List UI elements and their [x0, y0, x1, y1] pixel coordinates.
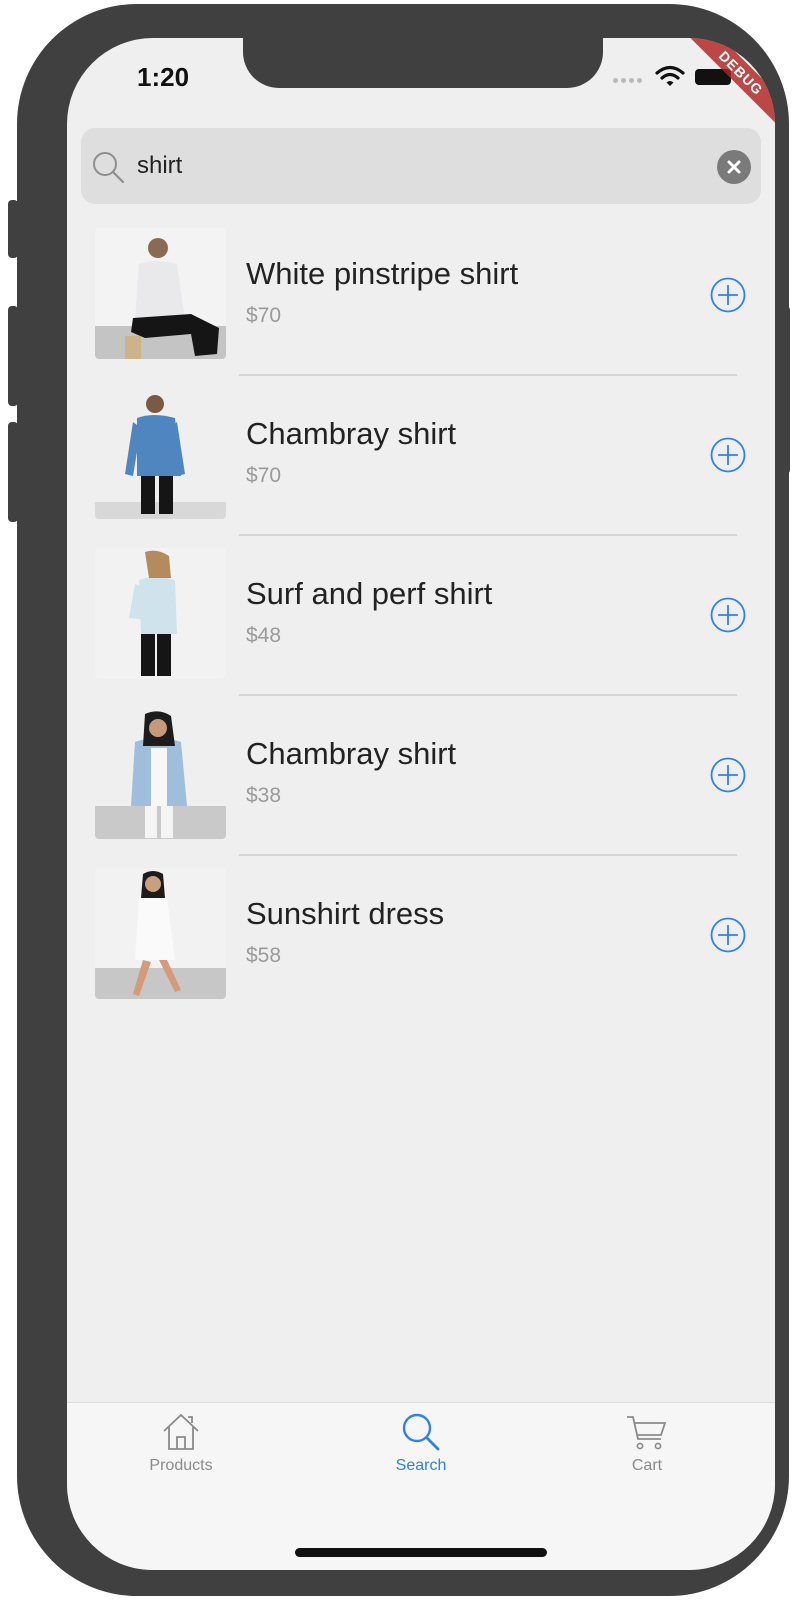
- divider: [239, 854, 737, 856]
- phone-frame: 1:20 DEBUG shirt White pinstripe shirt $…: [17, 4, 789, 1596]
- item-price: $70: [246, 304, 282, 327]
- item-name: Sunshirt dress: [246, 896, 445, 931]
- item-name: Chambray shirt: [246, 416, 457, 451]
- list-item[interactable]: Chambray shirt $38: [67, 708, 775, 868]
- tab-search[interactable]: Search: [351, 1411, 491, 1475]
- item-name: Chambray shirt: [246, 736, 457, 771]
- search-bar[interactable]: [81, 128, 761, 204]
- status-time: 1:20: [137, 62, 190, 92]
- tab-bar: Products Search Cart: [67, 1402, 775, 1570]
- search-icon: [402, 1413, 440, 1451]
- item-price: $70: [246, 464, 282, 487]
- search-results-list: White pinstripe shirt $70 Chambray shirt…: [67, 228, 775, 1028]
- debug-banner: DEBUG: [676, 38, 775, 138]
- add-circle-icon[interactable]: [709, 596, 747, 634]
- list-item[interactable]: Chambray shirt $70: [67, 388, 775, 548]
- tab-label: Products: [149, 1457, 213, 1474]
- tab-label: Cart: [631, 1457, 663, 1474]
- search-input[interactable]: [137, 140, 697, 192]
- item-name: Surf and perf shirt: [246, 576, 493, 611]
- tab-products[interactable]: Products: [111, 1411, 251, 1475]
- product-image: [95, 868, 226, 999]
- add-circle-icon[interactable]: [709, 436, 747, 474]
- divider: [239, 694, 737, 696]
- home-indicator[interactable]: [295, 1548, 547, 1557]
- search-icon: [93, 152, 125, 184]
- add-circle-icon[interactable]: [709, 276, 747, 314]
- item-price: $58: [246, 944, 282, 967]
- product-image: [95, 708, 226, 839]
- product-image: [95, 228, 226, 359]
- app-screen: 1:20 DEBUG shirt White pinstripe shirt $…: [67, 38, 775, 1570]
- notch: [243, 38, 603, 88]
- add-circle-icon[interactable]: [709, 756, 747, 794]
- signal-icon: [613, 78, 642, 83]
- divider: [239, 534, 737, 536]
- wifi-icon: [655, 65, 685, 86]
- item-price: $38: [246, 784, 282, 807]
- item-name: White pinstripe shirt: [246, 256, 519, 291]
- list-item[interactable]: White pinstripe shirt $70: [67, 228, 775, 388]
- product-image: [95, 388, 226, 519]
- list-item[interactable]: Sunshirt dress $58: [67, 868, 775, 1028]
- tab-label: Search: [395, 1457, 447, 1474]
- divider: [239, 374, 737, 376]
- close-icon: [727, 160, 741, 174]
- list-item[interactable]: Surf and perf shirt $48: [67, 548, 775, 708]
- product-image: [95, 548, 226, 679]
- item-price: $48: [246, 624, 282, 647]
- cart-icon: [627, 1416, 667, 1450]
- tab-cart[interactable]: Cart: [577, 1411, 717, 1475]
- home-icon: [163, 1413, 199, 1450]
- clear-search-button[interactable]: [717, 150, 751, 184]
- add-circle-icon[interactable]: [709, 916, 747, 954]
